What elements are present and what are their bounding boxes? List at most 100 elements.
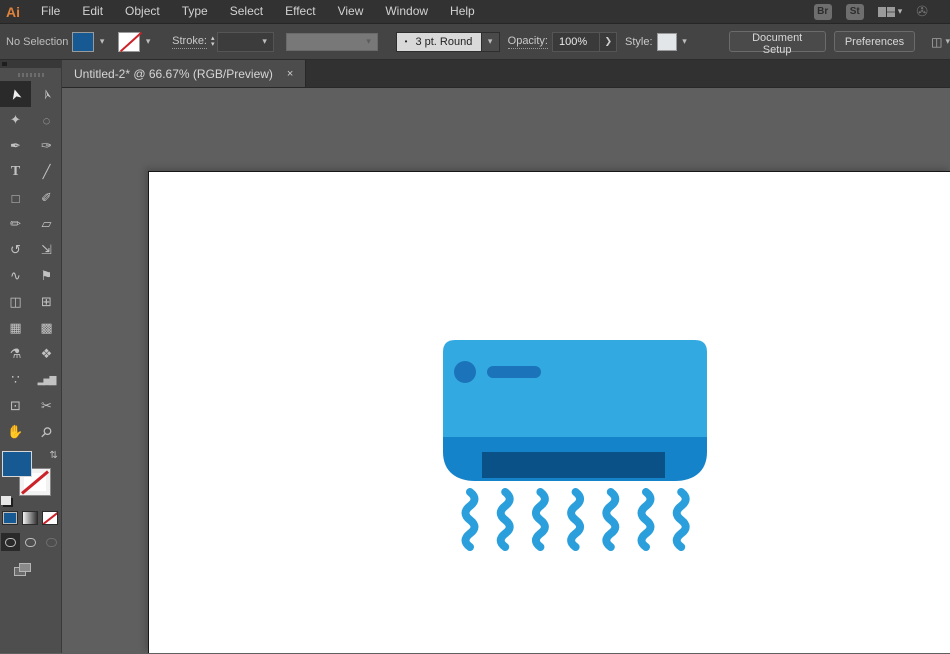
canvas[interactable] [62,88,950,653]
line-tool[interactable]: ╱ [31,159,62,185]
default-fill-stroke-icon[interactable] [1,496,11,505]
graphic-style-swatch[interactable] [656,32,677,51]
tools-panel: ➤ ➢ ✦ ◌ ✒ ✑ T ╱ □ ✐ ✏ ▱ ↺ ⇲ ∿ ⚑ ◫ ⊞ ▦ ▩ ⚗ ❖ ∵ ▂▅▇ ⊡ ✂ ✋ ⚲ ⇄ [0,60,62,653]
align-options-control[interactable]: ◫ ▾ [931,35,950,49]
curvature-tool[interactable]: ✑ [31,133,62,159]
brush-dot-icon: • [404,37,408,46]
eyedropper-tool[interactable]: ⚗ [0,341,31,367]
menu-help[interactable]: Help [439,0,486,23]
stroke-width-stepper[interactable]: ▴ ▾ [211,35,215,48]
document-area: Untitled-2* @ 66.67% (RGB/Preview) × [62,60,950,653]
stepper-down-icon[interactable]: ▾ [211,41,215,48]
selection-status: No Selection [6,35,69,48]
close-icon[interactable]: × [287,68,293,80]
draw-mode-buttons [0,533,61,551]
document-tab[interactable]: Untitled-2* @ 66.67% (RGB/Preview) × [62,60,307,87]
direct-selection-icon: ➢ [36,86,56,102]
opacity-label[interactable]: Opacity: [507,35,548,49]
menu-type[interactable]: Type [171,0,219,23]
paintbrush-tool[interactable]: ✐ [31,185,62,211]
chevron-down-icon[interactable]: ▾ [140,36,156,47]
menu-effect[interactable]: Effect [274,0,326,23]
stroke-width-dropdown[interactable]: ▾ [216,31,274,52]
perspective-grid-tool[interactable]: ⊞ [31,289,62,315]
shaper-icon: ✏ [10,216,21,231]
gradient-tool[interactable]: ▩ [31,315,62,341]
magic-wand-tool[interactable]: ✦ [0,107,31,133]
selection-tool[interactable]: ➤ [0,81,31,107]
gradient-button[interactable] [22,511,38,525]
width-icon: ∿ [10,268,21,283]
preferences-button[interactable]: Preferences [833,31,916,52]
draw-behind-button[interactable] [21,533,40,551]
artboard-icon: ⊡ [10,398,21,413]
menu-items: File Edit Object Type Select Effect View Window… [30,0,486,23]
stock-button[interactable]: St [845,3,864,20]
hand-tool[interactable]: ✋ [0,419,31,445]
column-graph-icon: ▂▅▇ [37,374,57,385]
type-tool[interactable]: T [0,159,31,185]
tools-panel-grip[interactable] [0,68,61,81]
bridge-button[interactable]: Br [813,3,832,20]
blend-tool[interactable]: ❖ [31,341,62,367]
scale-icon: ⇲ [41,242,52,257]
fill-color-control[interactable]: ▾ [72,31,110,52]
rotate-icon: ↺ [10,242,21,257]
eraser-tool[interactable]: ▱ [31,211,62,237]
menu-view[interactable]: View [327,0,375,23]
hand-icon: ✋ [7,424,24,439]
direct-selection-tool[interactable]: ➢ [31,81,62,107]
ac-vent [482,452,665,478]
width-tool[interactable]: ∿ [0,263,31,289]
stroke-label[interactable]: Stroke: [172,35,207,49]
rectangle-tool[interactable]: □ [0,185,31,211]
artboard[interactable] [149,172,950,653]
illustrator-window: Ai File Edit Object Type Select Effect View Win… [0,0,950,654]
arrange-documents-button[interactable]: ▾ [877,6,902,17]
chevron-down-icon[interactable]: ▾ [94,36,110,47]
type-icon: T [10,164,21,179]
brush-definition-value[interactable]: • 3 pt. Round [395,31,482,52]
chevron-down-icon[interactable]: ▾ [677,36,693,47]
menu-select[interactable]: Select [219,0,274,23]
draw-normal-button[interactable] [1,533,21,551]
menu-edit[interactable]: Edit [71,0,114,23]
color-mode-buttons [0,507,61,525]
none-button[interactable] [42,511,58,525]
scale-tool[interactable]: ⇲ [31,237,62,263]
menu-file[interactable]: File [30,0,71,23]
fill-color-swatch[interactable] [72,31,95,52]
menu-object[interactable]: Object [114,0,171,23]
artboard-tool[interactable]: ⊡ [0,393,31,419]
brush-dropdown-button[interactable]: ▾ [481,31,500,52]
zoom-tool[interactable]: ⚲ [31,419,62,445]
stroke-color-swatch[interactable] [118,31,141,52]
mesh-icon: ▦ [9,320,22,335]
pen-tool[interactable]: ✒ [0,133,31,159]
opacity-input[interactable]: 100% [552,31,601,52]
column-graph-tool[interactable]: ▂▅▇ [31,367,62,393]
brush-definition-control[interactable]: • 3 pt. Round ▾ [395,31,500,52]
shape-builder-tool[interactable]: ◫ [0,289,31,315]
swap-fill-stroke-icon[interactable]: ⇄ [47,450,58,458]
puppet-warp-tool[interactable]: ⚑ [31,263,62,289]
screen-mode-button[interactable] [14,563,32,577]
chevron-down-icon[interactable]: ▾ [257,36,273,47]
stroke-color-control[interactable]: ▾ [118,31,156,52]
graphic-style-control[interactable]: ▾ [656,32,693,51]
shaper-tool[interactable]: ✏ [0,211,31,237]
mesh-tool[interactable]: ▦ [0,315,31,341]
color-button[interactable] [2,511,18,525]
symbol-sprayer-tool[interactable]: ∵ [0,367,31,393]
rotate-tool[interactable]: ↺ [0,237,31,263]
tools-panel-header[interactable] [0,60,61,68]
illustrator-logo: Ai [6,3,20,20]
opacity-expand-button[interactable]: ❯ [600,31,618,52]
menu-window[interactable]: Window [374,0,439,23]
document-setup-button[interactable]: Document Setup [728,31,826,56]
gpu-performance-icon[interactable]: ✇ [916,3,928,20]
lasso-tool[interactable]: ◌ [31,107,62,133]
slice-tool[interactable]: ✂ [31,393,62,419]
fill-swatch[interactable] [2,451,32,477]
air-conditioner-artwork[interactable] [443,340,707,552]
